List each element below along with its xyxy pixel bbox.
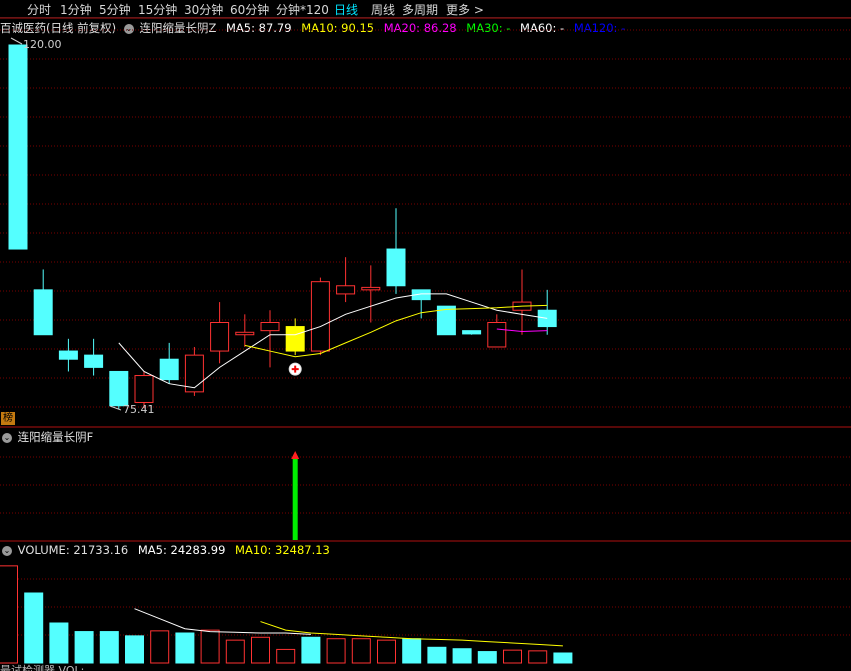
volume-bar	[528, 650, 548, 664]
low-price-label: 75.41	[123, 403, 155, 416]
high-pointer	[10, 37, 23, 45]
volume-bar	[251, 636, 270, 664]
volume-bar	[452, 648, 472, 664]
candle-body	[109, 370, 129, 407]
candle-body	[235, 331, 255, 336]
candle-body	[260, 321, 280, 332]
candle-body	[462, 330, 482, 335]
volume-bar	[175, 632, 195, 664]
volume-bar	[477, 651, 497, 664]
volume-bar	[74, 631, 94, 664]
volume-bar	[351, 638, 371, 664]
candle-body	[159, 358, 179, 381]
volume-bar	[99, 631, 119, 664]
candle-body	[285, 326, 305, 352]
candle-body	[210, 321, 230, 352]
candle-body	[58, 350, 78, 360]
candle-body	[386, 248, 406, 287]
volume-bar	[49, 622, 69, 664]
volume-bar	[276, 648, 296, 664]
candle-body	[33, 289, 53, 336]
low-pointer	[109, 405, 122, 411]
volume-bar	[0, 565, 18, 664]
volume-bar	[225, 639, 245, 664]
volume-bar	[503, 649, 522, 664]
candle-body	[487, 321, 507, 348]
indicator-signal-bar	[292, 458, 298, 540]
volume-bar	[377, 639, 396, 664]
volume-bar	[125, 635, 144, 664]
volume-bar	[427, 646, 447, 664]
high-price-label: 120.00	[23, 38, 62, 51]
candle-body	[134, 375, 154, 403]
candlestick-chart[interactable]: 120.00 75.41	[0, 0, 851, 671]
volume-bar	[553, 652, 573, 664]
candle-body	[361, 286, 381, 291]
volume-bar	[326, 638, 346, 664]
candle-body	[336, 285, 356, 295]
volume-bar	[24, 592, 44, 664]
volume-bar	[402, 638, 422, 664]
candle-body	[8, 44, 28, 250]
candle-body	[310, 281, 330, 352]
candle-body	[84, 354, 104, 368]
volume-bar	[200, 629, 220, 664]
volume-bar	[301, 636, 321, 664]
indicator-arrow-icon	[291, 451, 300, 459]
volume-bar	[150, 630, 170, 664]
